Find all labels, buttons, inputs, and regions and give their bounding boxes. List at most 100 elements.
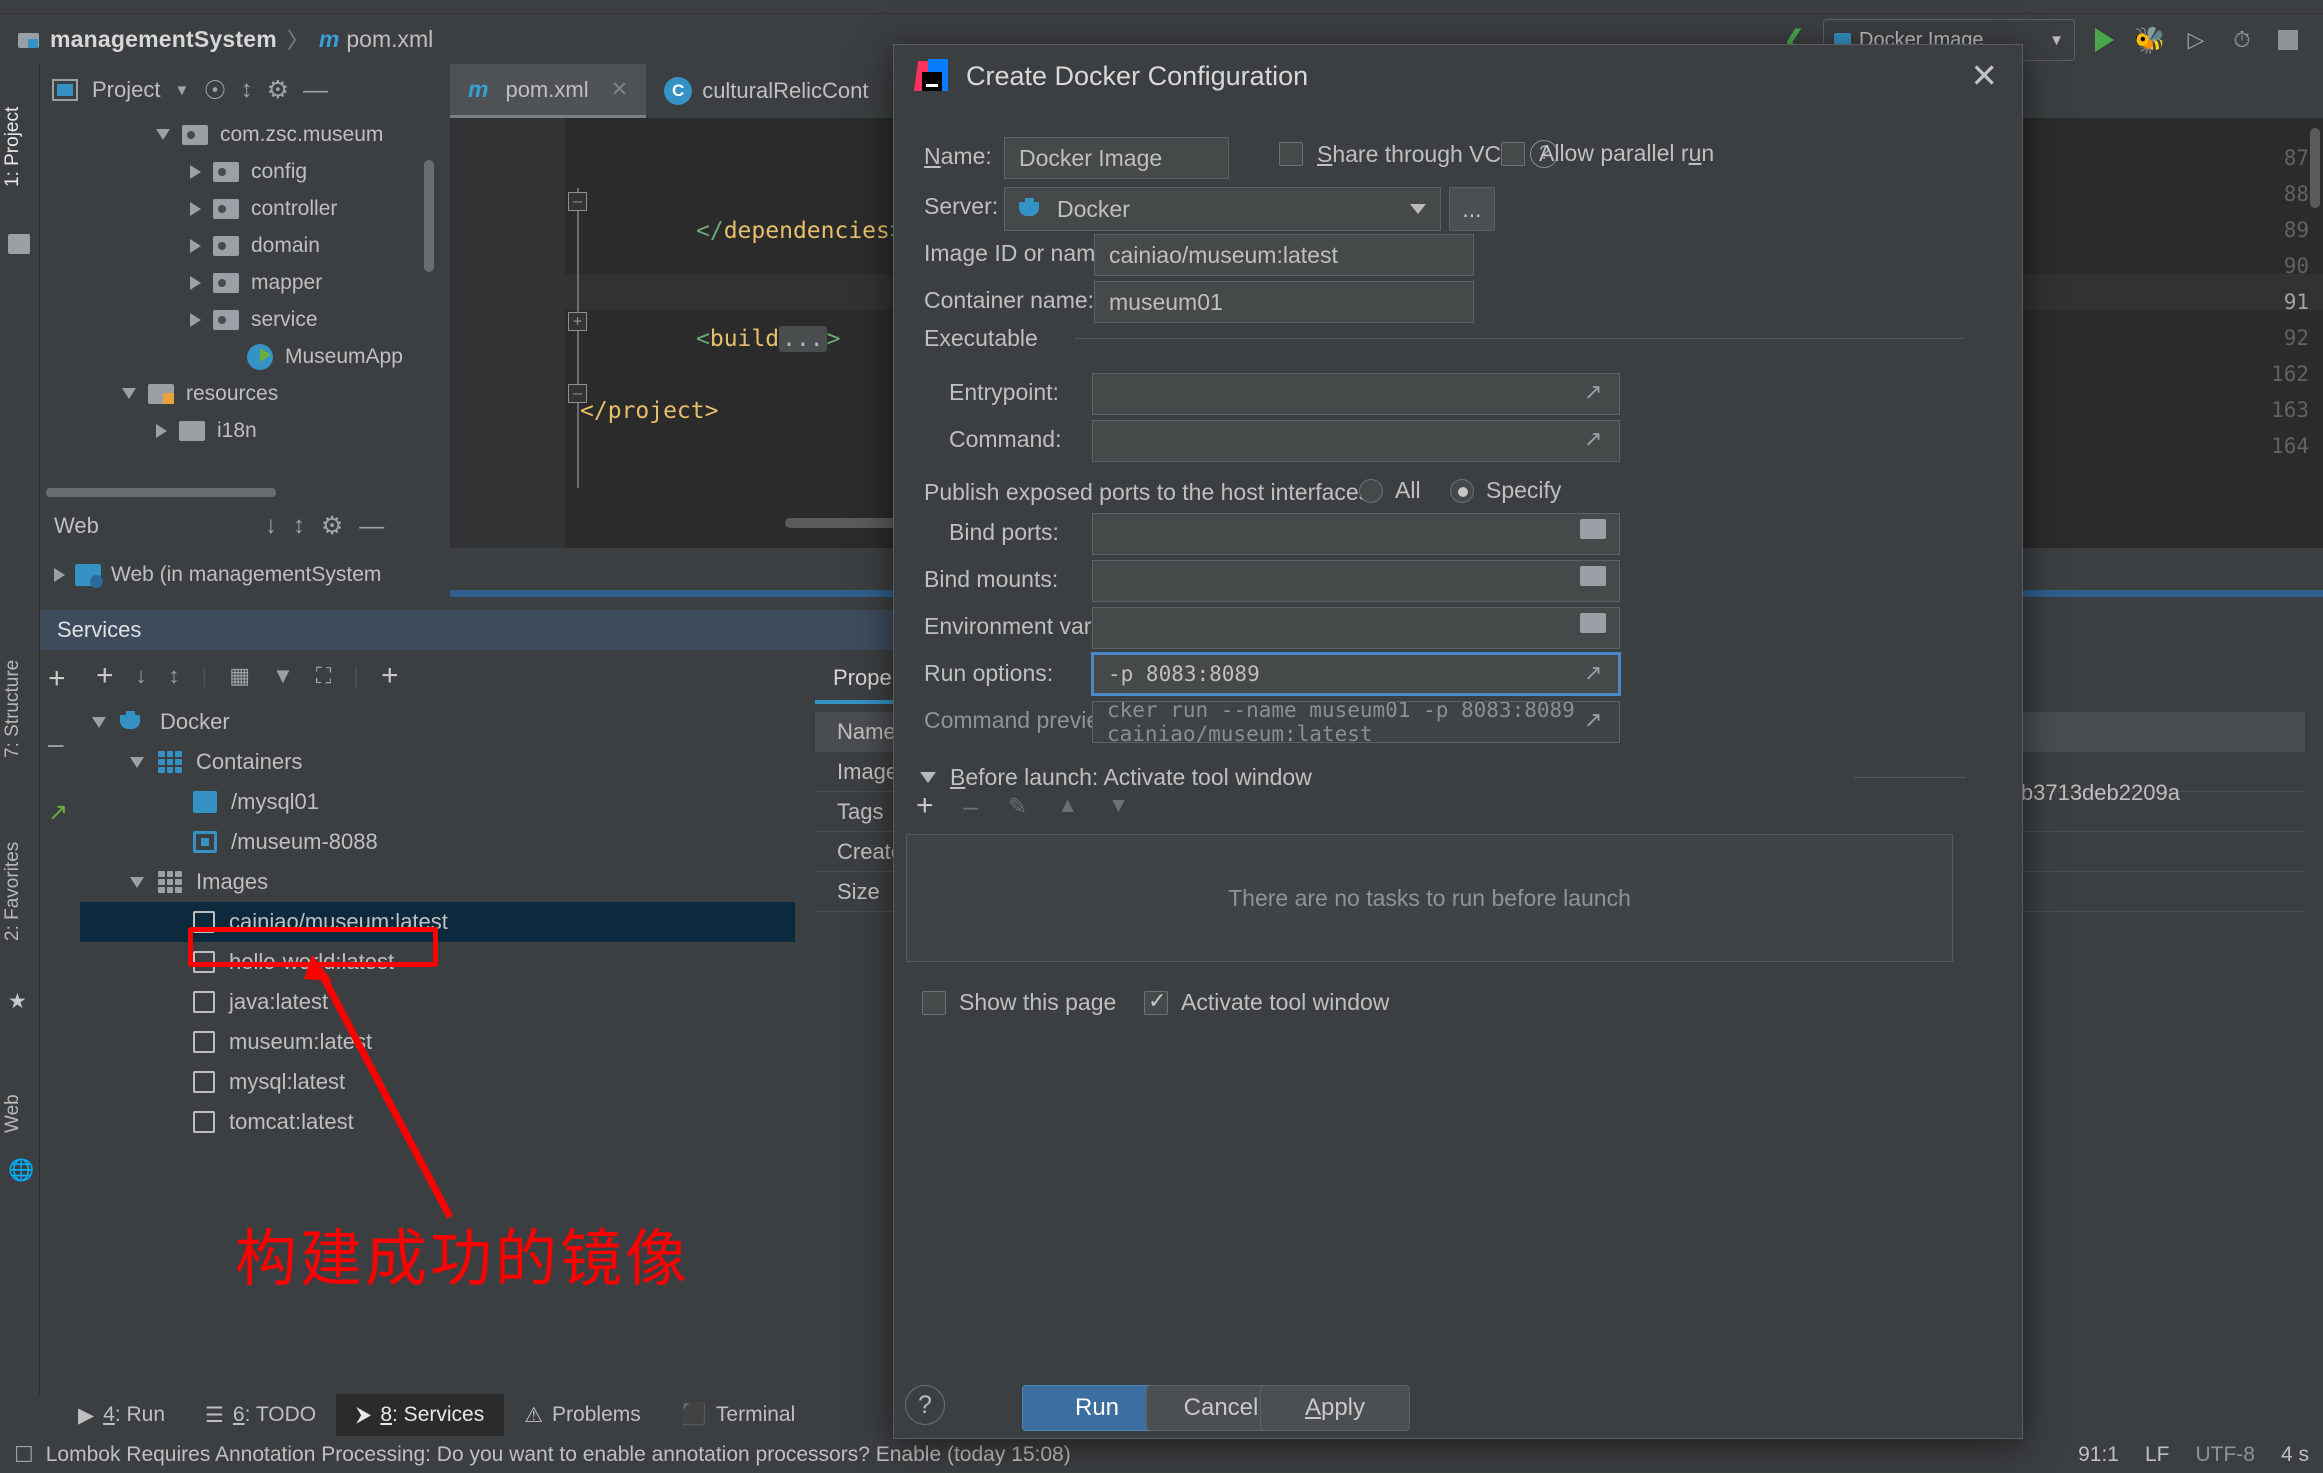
- stop-button-icon[interactable]: [2271, 23, 2305, 57]
- chevron-right-icon[interactable]: [156, 423, 167, 438]
- project-tree-scrollbar-vertical[interactable]: [424, 160, 434, 272]
- chevron-right-icon[interactable]: [190, 312, 201, 327]
- notification-icon[interactable]: ☐: [14, 1442, 34, 1468]
- expand-icon[interactable]: ↗: [1584, 660, 1602, 686]
- add-icon[interactable]: +: [96, 659, 114, 693]
- project-panel-title[interactable]: Project: [92, 77, 160, 103]
- project-tree-item[interactable]: controller: [40, 190, 450, 227]
- editor-gutter[interactable]: [450, 118, 565, 548]
- folder-icon[interactable]: [1580, 566, 1606, 586]
- project-tree-scrollbar-horizontal[interactable]: [46, 488, 276, 497]
- chevron-down-icon[interactable]: [130, 876, 144, 888]
- sidebar-item-project[interactable]: 1: Project: [2, 72, 38, 222]
- new-service-icon[interactable]: +: [381, 659, 399, 693]
- command-input[interactable]: [1092, 420, 1620, 462]
- show-this-page-checkbox[interactable]: [922, 990, 946, 1015]
- folder-icon[interactable]: [1580, 519, 1606, 539]
- group-by-icon[interactable]: ▦: [229, 663, 250, 689]
- fold-collapse-icon[interactable]: –: [568, 192, 587, 211]
- radio-specify[interactable]: [1450, 478, 1474, 503]
- folder-icon[interactable]: [1580, 613, 1606, 633]
- project-tree-item[interactable]: service: [40, 301, 450, 338]
- apply-button[interactable]: Apply: [1260, 1385, 1410, 1431]
- chevron-down-icon[interactable]: [156, 129, 170, 140]
- status-message[interactable]: Lombok Requires Annotation Processing: D…: [46, 1443, 1071, 1467]
- help-button[interactable]: ?: [905, 1385, 945, 1425]
- sidebar-item-web[interactable]: Web: [2, 1074, 38, 1154]
- editor-code-line[interactable]: </dependencies>: [580, 218, 904, 244]
- services-tree-item[interactable]: cainiao/museum:latest: [80, 902, 795, 942]
- editor-code-line[interactable]: </project>: [580, 398, 718, 424]
- add-service-icon[interactable]: +: [48, 662, 66, 696]
- name-input[interactable]: Docker Image: [1004, 137, 1229, 179]
- bind-ports-input[interactable]: [1092, 513, 1620, 555]
- tab-cultural-relic-controller[interactable]: C culturalRelicCont: [646, 64, 886, 118]
- debug-button-icon[interactable]: 🐝: [2133, 23, 2167, 57]
- indent-setting[interactable]: 4 s: [2281, 1443, 2309, 1467]
- project-tree-item[interactable]: mapper: [40, 264, 450, 301]
- gear-icon[interactable]: ⚙: [267, 75, 289, 105]
- chevron-down-icon[interactable]: [92, 716, 106, 728]
- env-vars-input[interactable]: [1092, 607, 1620, 649]
- run-button-icon[interactable]: [2087, 23, 2121, 57]
- radio-all[interactable]: [1359, 478, 1383, 503]
- expand-external-icon[interactable]: ↗: [48, 798, 68, 827]
- breadcrumb-project[interactable]: managementSystem: [50, 26, 277, 53]
- breadcrumb-file[interactable]: pom.xml: [346, 26, 433, 53]
- add-tab-icon[interactable]: ⛶: [316, 663, 331, 689]
- chevron-right-icon[interactable]: [190, 201, 201, 216]
- services-tree-item[interactable]: Images: [80, 862, 795, 902]
- close-icon[interactable]: ✕: [611, 77, 629, 102]
- remove-service-icon[interactable]: –: [48, 728, 64, 760]
- project-tree-item[interactable]: resources: [40, 375, 450, 412]
- project-tree-item[interactable]: domain: [40, 227, 450, 264]
- hide-icon[interactable]: —: [303, 76, 328, 105]
- bottom-tab-services[interactable]: ⮞ 8: Services: [336, 1394, 505, 1436]
- web-tree-item[interactable]: Web (in managementSystem: [40, 556, 450, 594]
- before-launch-header[interactable]: Before launch: Activate tool window: [920, 764, 1312, 791]
- server-browse-button[interactable]: ...: [1449, 187, 1495, 231]
- command-preview-input[interactable]: cker run --name museum01 -p 8083:8089 ca…: [1092, 701, 1620, 743]
- chevron-down-icon[interactable]: [130, 756, 144, 768]
- expand-icon[interactable]: ↗: [1584, 426, 1602, 452]
- chevron-down-icon[interactable]: ▼: [174, 82, 189, 99]
- add-task-icon[interactable]: +: [916, 789, 934, 823]
- project-tree-item[interactable]: com.zsc.museum: [40, 116, 450, 153]
- entrypoint-input[interactable]: [1092, 373, 1620, 415]
- expand-icon[interactable]: ↗: [1584, 379, 1602, 405]
- run-options-input[interactable]: -p 8083:8089: [1091, 652, 1621, 696]
- sidebar-item-favorites[interactable]: 2: Favorites: [2, 804, 38, 979]
- sidebar-item-structure[interactable]: 7: Structure: [2, 624, 38, 794]
- close-icon[interactable]: ✕: [1970, 59, 1998, 92]
- collapse-all-icon[interactable]: ↕: [241, 76, 253, 104]
- tab-pom-xml[interactable]: m pom.xml ✕: [450, 64, 647, 118]
- project-tree-item[interactable]: config: [40, 153, 450, 190]
- activate-tool-window-checkbox[interactable]: [1144, 988, 1168, 1015]
- bind-mounts-input[interactable]: [1092, 560, 1620, 602]
- project-tree-item[interactable]: MuseumApp: [40, 338, 450, 375]
- services-tree-item[interactable]: Containers: [80, 742, 795, 782]
- chevron-down-icon[interactable]: [920, 772, 936, 783]
- chevron-right-icon[interactable]: [190, 238, 201, 253]
- collapse-all-icon[interactable]: ↕: [293, 512, 305, 540]
- chevron-right-icon[interactable]: [190, 275, 201, 290]
- chevron-down-icon[interactable]: [122, 388, 136, 399]
- server-select[interactable]: Docker: [1004, 187, 1441, 231]
- services-tree-item[interactable]: /mysql01: [80, 782, 795, 822]
- expand-icon[interactable]: ↗: [1584, 707, 1602, 733]
- gear-icon[interactable]: ⚙: [321, 511, 343, 541]
- container-name-input[interactable]: museum01: [1094, 281, 1474, 323]
- editor-scrollbar-vertical[interactable]: [2310, 128, 2320, 208]
- bottom-tab-todo[interactable]: ☰ 6: TODO: [185, 1394, 336, 1436]
- fold-expand-icon[interactable]: +: [568, 312, 587, 331]
- services-tree-item[interactable]: /museum-8088: [80, 822, 795, 862]
- collapse-all-icon[interactable]: ↕: [169, 663, 180, 689]
- line-separator[interactable]: LF: [2145, 1443, 2170, 1467]
- bottom-tab-problems[interactable]: ⚠ Problems: [504, 1394, 661, 1436]
- expand-all-icon[interactable]: ↓: [136, 663, 147, 689]
- before-launch-task-list[interactable]: There are no tasks to run before launch: [906, 834, 1953, 962]
- bottom-tab-run[interactable]: ▶ 4: Run: [58, 1394, 185, 1436]
- services-tree-item[interactable]: Docker: [80, 702, 795, 742]
- chevron-right-icon[interactable]: [54, 568, 65, 582]
- filter-icon[interactable]: ▼: [272, 663, 294, 689]
